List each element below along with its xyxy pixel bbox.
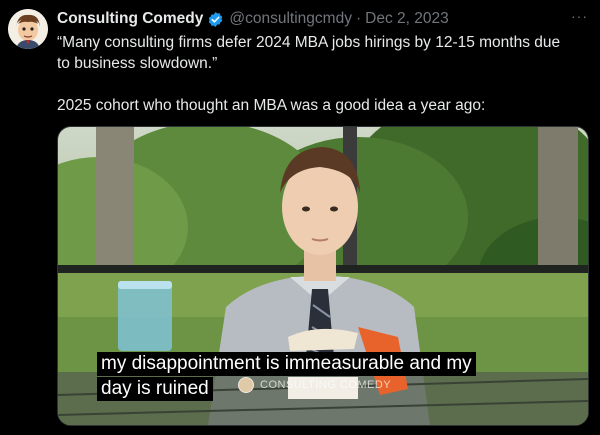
tweet: Consulting Comedy @consultingcmdy · Dec … [0,0,600,435]
tweet-text: “Many consulting firms defer 2024 MBA jo… [57,32,577,116]
caption-line-1: my disappointment is immeasurable and my [97,352,476,376]
tweet-quote: “Many consulting firms defer 2024 MBA jo… [57,34,561,72]
tweet-media-video[interactable]: my disappointment is immeasurable and my… [57,126,589,426]
more-options-icon[interactable]: ··· [571,8,588,24]
separator-dot: · [355,10,362,27]
handle[interactable]: @consultingcmdy [229,10,352,28]
caption-line-2: day is ruined [97,377,213,401]
watermark-logo-icon [238,377,254,393]
verified-badge-icon [207,11,224,28]
display-name[interactable]: Consulting Comedy [57,10,203,28]
avatar-cartoon-icon [8,9,48,49]
watermark-text: CONSULTING COMEDY [260,379,392,391]
watermark: CONSULTING COMEDY [238,377,391,393]
tweet-header: Consulting Comedy @consultingcmdy · Dec … [57,8,590,30]
post-date[interactable]: Dec 2, 2023 [365,10,449,28]
tweet-body: 2025 cohort who thought an MBA was a goo… [57,97,486,114]
avatar[interactable] [8,9,48,49]
